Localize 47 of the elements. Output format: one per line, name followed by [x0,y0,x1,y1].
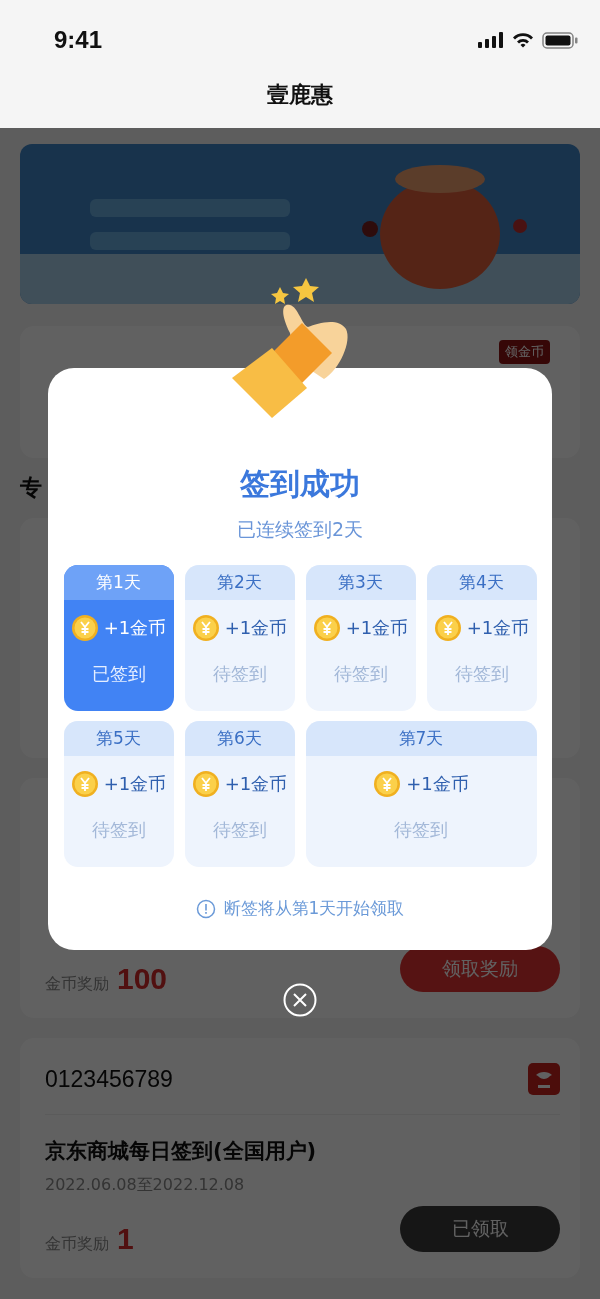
coin-icon [191,614,220,642]
section-title: 专 [20,474,42,502]
day-label: 第4天 [426,565,537,600]
day-label: 第7天 [305,721,537,756]
day-status: 待签到 [394,818,448,842]
signal-icon [478,32,504,48]
coin-reward: +1金币 [466,616,530,640]
coin-icon [433,614,462,642]
task-title: 京东商城每日签到(全国用户) [45,1138,318,1165]
account-number: 0123456789 [45,1065,173,1093]
claim-button[interactable]: 领取奖励 [400,946,560,992]
page-title: 壹鹿惠 [267,81,333,109]
day-status: 待签到 [454,662,509,686]
day-status: 待签到 [212,818,267,842]
day-label: 第2天 [184,565,295,600]
day-status: 待签到 [333,662,388,686]
coin-reward: +1金币 [345,616,409,640]
day-label: 第3天 [305,565,416,600]
coin-reward: +1金币 [103,616,167,640]
reward-amount: 1 [117,1222,134,1256]
coin-icon [373,770,402,798]
coin-icon [191,770,220,798]
day-status: 待签到 [212,662,267,686]
day-label: 第1天 [63,565,174,600]
coin-icon [70,614,99,642]
wifi-icon [512,32,534,48]
coin-icon [312,614,341,642]
coin-reward: +1金币 [224,772,288,796]
dialog-title: 签到成功 [240,465,360,503]
status-time: 9:41 [54,26,103,54]
info-icon [195,898,216,919]
claim-button[interactable]: 已领取 [400,1206,560,1252]
reward-badge: 领金币 [499,340,550,364]
close-button[interactable] [283,983,317,1017]
coin-icon [70,770,99,798]
reward-amount: 100 [117,962,168,996]
battery-icon [542,31,578,49]
day-label: 第6天 [184,721,295,756]
coin-reward: +1金币 [224,616,288,640]
coin-reward: +1金币 [406,772,469,796]
day-status: 已签到 [91,662,146,686]
day-status: 待签到 [91,818,146,842]
shop-app-icon [528,1063,560,1095]
coin-reward: +1金币 [103,772,167,796]
dialog-subtitle: 已连续签到2天 [236,517,364,542]
notice-text: 断签将从第1天开始领取 [223,897,405,920]
day-label: 第5天 [63,721,174,756]
